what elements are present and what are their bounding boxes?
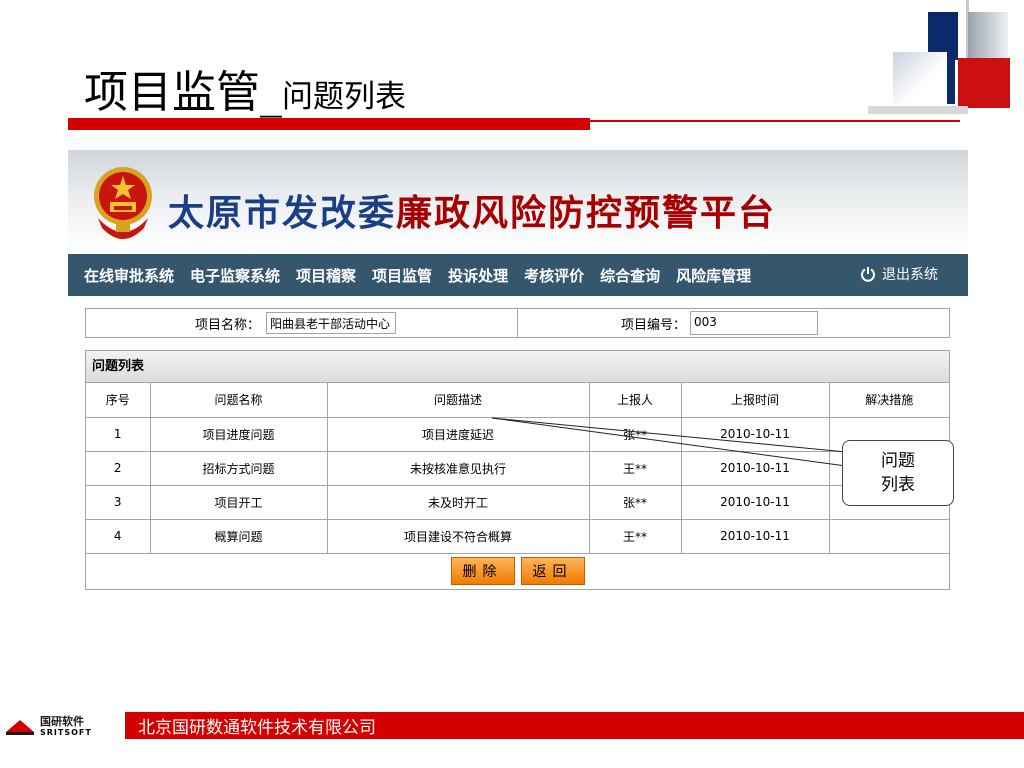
logo-brand-cn: 国研软件 — [40, 714, 84, 728]
corner-decoration-grey — [968, 12, 1008, 60]
nav-item-online-approval[interactable]: 在线审批系统 — [84, 265, 174, 286]
cell-name: 项目开工 — [149, 484, 328, 520]
cell-index: 1 — [86, 416, 151, 452]
logout-label: 退出系统 — [882, 267, 938, 283]
problem-list-heading: 问题列表 — [86, 351, 949, 383]
nav-item-risk-library[interactable]: 风险库管理 — [676, 265, 751, 286]
logout-button[interactable]: 退出系统 — [860, 264, 938, 284]
nav-item-project-supervision[interactable]: 项目监管 — [372, 265, 432, 286]
main-nav: 在线审批系统 电子监察系统 项目稽察 项目监管 投诉处理 考核评价 综合查询 风… — [68, 254, 968, 296]
corner-decoration-blue — [893, 52, 955, 104]
col-header-index: 序号 — [86, 383, 151, 418]
power-icon — [861, 267, 875, 282]
platform-title: 太原市发改委廉政风险防控预警平台 — [168, 184, 776, 236]
app-screenshot: 太原市发改委廉政风险防控预警平台 在线审批系统 电子监察系统 项目稽察 项目监管… — [68, 150, 968, 602]
cell-description: 未按核准意见执行 — [326, 450, 590, 486]
project-name-field[interactable]: 阳曲县老干部活动中心 — [266, 312, 396, 334]
title-underline — [68, 118, 590, 130]
slide-title-sub: 问题列表 — [282, 79, 406, 115]
cell-index: 3 — [86, 484, 151, 520]
table-header-row: 序号 问题名称 问题描述 上报人 上报时间 解决措施 — [86, 383, 949, 418]
project-info: 项目名称： 阳曲县老干部活动中心 项目编号： 003 — [85, 308, 950, 338]
table-row[interactable]: 3 项目开工 未及时开工 张** 2010-10-11 — [86, 484, 949, 520]
cell-description: 项目建设不符合概算 — [326, 518, 590, 554]
col-header-reporter: 上报人 — [588, 383, 682, 418]
app-body: 项目名称： 阳曲县老干部活动中心 项目编号： 003 问题列表 序号 问题名称 … — [68, 296, 968, 602]
cell-index: 2 — [86, 450, 151, 486]
callout-line1: 问题 — [881, 451, 915, 471]
footer-company-name: 北京国研数通软件技术有限公司 — [138, 718, 376, 738]
sritsoft-logo-icon — [6, 720, 34, 735]
col-header-time: 上报时间 — [680, 383, 830, 418]
project-code-cell: 003 — [690, 309, 818, 337]
company-logo: 国研软件 SRITSOFT — [4, 712, 122, 740]
cell-time: 2010-10-11 — [680, 450, 830, 486]
nav-item-project-audit[interactable]: 项目稽察 — [296, 265, 356, 286]
problem-table: 序号 问题名称 问题描述 上报人 上报时间 解决措施 1 项目进度问题 项目进度… — [86, 383, 949, 554]
cell-reporter: 王** — [588, 518, 682, 554]
cell-name: 项目进度问题 — [149, 416, 328, 452]
nav-item-query[interactable]: 综合查询 — [600, 265, 660, 286]
app-banner: 太原市发改委廉政风险防控预警平台 — [68, 150, 968, 254]
problem-list-panel: 问题列表 序号 问题名称 问题描述 上报人 上报时间 解决措施 1 项目进度问题… — [85, 350, 950, 590]
cell-solution — [828, 518, 949, 554]
corner-decoration-hline — [868, 106, 968, 114]
national-emblem-icon — [94, 167, 152, 239]
cell-time: 2010-10-11 — [680, 518, 830, 554]
col-header-description: 问题描述 — [326, 383, 590, 418]
project-name-cell: 阳曲县老干部活动中心 — [264, 309, 518, 337]
cell-time: 2010-10-11 — [680, 484, 830, 520]
slide-title-main: 项目监管_ — [84, 67, 282, 118]
col-header-solution: 解决措施 — [828, 383, 949, 418]
project-code-field[interactable]: 003 — [690, 311, 818, 335]
cell-description: 项目进度延迟 — [326, 416, 590, 452]
delete-button[interactable]: 删除 — [450, 556, 515, 585]
cell-reporter: 王** — [588, 450, 682, 486]
platform-title-org: 太原市发改委 — [168, 193, 397, 234]
nav-item-evaluation[interactable]: 考核评价 — [524, 265, 584, 286]
action-buttons: 删除 返回 — [86, 554, 949, 588]
title-underline-thin — [590, 120, 960, 122]
cell-reporter: 张** — [588, 484, 682, 520]
platform-title-name: 廉政风险防控预警平台 — [396, 193, 777, 234]
callout-box: 问题 列表 — [842, 440, 954, 506]
cell-reporter: 张** — [588, 416, 682, 452]
cell-name: 概算问题 — [149, 518, 328, 554]
logo-brand-en: SRITSOFT — [40, 727, 92, 737]
col-header-name: 问题名称 — [149, 383, 328, 418]
back-button[interactable]: 返回 — [520, 556, 585, 585]
nav-item-e-supervision[interactable]: 电子监察系统 — [190, 265, 280, 286]
slide-title: 项目监管_问题列表 — [84, 56, 406, 118]
cell-description: 未及时开工 — [326, 484, 590, 520]
cell-name: 招标方式问题 — [149, 450, 328, 486]
nav-item-complaints[interactable]: 投诉处理 — [448, 265, 508, 286]
callout-line2: 列表 — [881, 475, 915, 495]
project-name-label: 项目名称： — [194, 317, 260, 333]
cell-time: 2010-10-11 — [680, 416, 830, 452]
cell-index: 4 — [86, 518, 151, 554]
table-row[interactable]: 2 招标方式问题 未按核准意见执行 王** 2010-10-11 — [86, 450, 949, 486]
corner-decoration-red — [958, 58, 1010, 108]
table-row[interactable]: 4 概算问题 项目建设不符合概算 王** 2010-10-11 — [86, 518, 949, 554]
project-code-label: 项目编号： — [620, 317, 686, 333]
table-row[interactable]: 1 项目进度问题 项目进度延迟 张** 2010-10-11 — [86, 416, 949, 452]
